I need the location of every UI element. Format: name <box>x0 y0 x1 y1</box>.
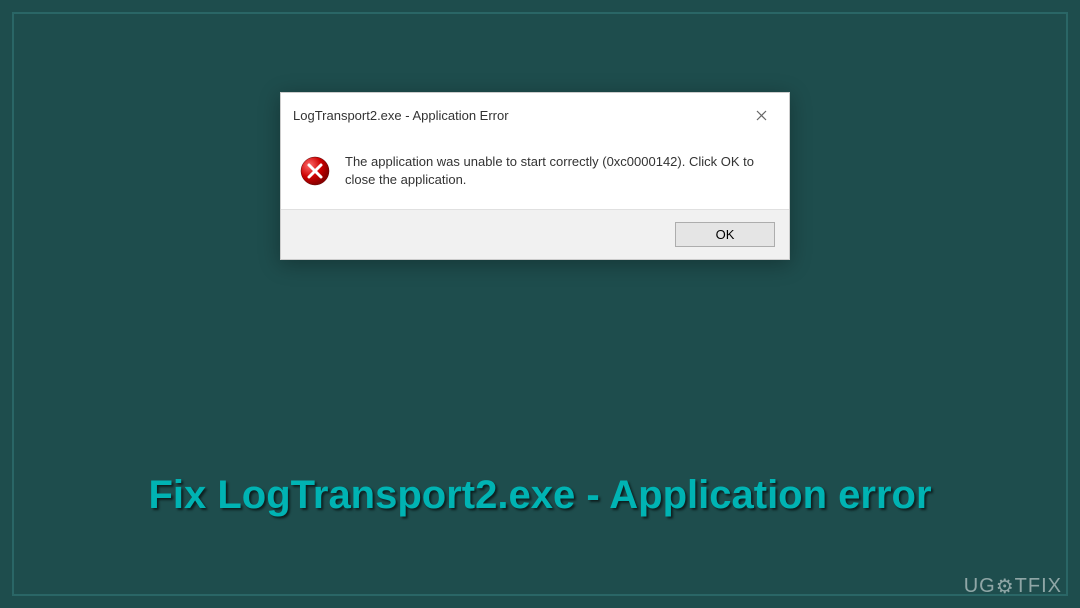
gear-e-icon: ⚙ <box>996 574 1015 599</box>
watermark-logo: UG⚙TFIX <box>964 573 1062 598</box>
dialog-titlebar: LogTransport2.exe - Application Error <box>281 93 789 137</box>
watermark-text-1: UG <box>964 575 996 597</box>
error-icon <box>299 155 331 187</box>
dialog-message: The application was unable to start corr… <box>345 153 771 189</box>
dialog-body: The application was unable to start corr… <box>281 137 789 209</box>
ok-button[interactable]: OK <box>675 222 775 247</box>
close-button[interactable] <box>741 101 781 129</box>
dialog-footer: OK <box>281 209 789 259</box>
page-caption: Fix LogTransport2.exe - Application erro… <box>0 473 1080 518</box>
error-dialog: LogTransport2.exe - Application Error <box>280 92 790 260</box>
watermark-text-2: TFIX <box>1015 575 1062 597</box>
close-icon <box>756 110 767 121</box>
dialog-title: LogTransport2.exe - Application Error <box>293 108 509 123</box>
